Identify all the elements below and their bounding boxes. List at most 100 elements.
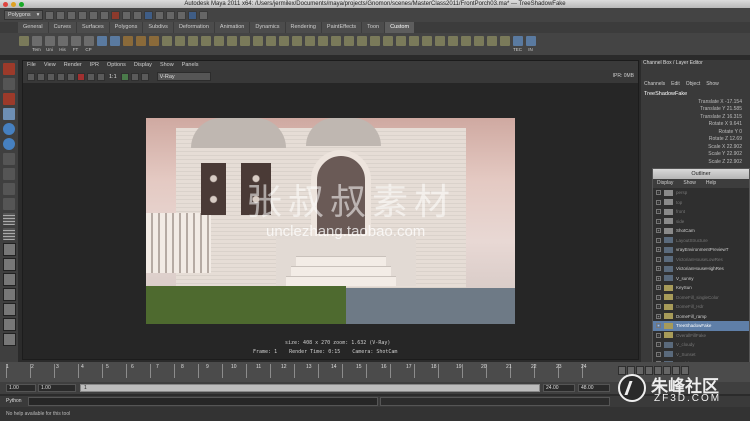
tab-deformation[interactable]: Deformation — [173, 22, 214, 33]
shelf-script-s-icon[interactable] — [356, 36, 367, 52]
shelf-script-j-icon[interactable] — [239, 36, 250, 52]
select-hierarchy-icon[interactable] — [78, 10, 88, 20]
menu-render[interactable]: Render — [64, 61, 82, 70]
close-window-icon[interactable] — [3, 1, 8, 7]
shelf-script-a-icon[interactable] — [122, 36, 133, 52]
outliner-item[interactable]: + V_Sunset — [653, 350, 749, 360]
menu-file[interactable]: File — [27, 61, 36, 70]
menu-options[interactable]: Options — [107, 61, 126, 70]
redo-render-icon[interactable] — [27, 72, 35, 81]
start-time-field[interactable]: 1.00 — [6, 384, 36, 392]
shelf-script-h-icon[interactable] — [213, 36, 224, 52]
expand-icon[interactable]: + — [656, 285, 661, 291]
shelf-in-icon[interactable]: IN — [525, 36, 536, 52]
attr-rotate-x[interactable]: Rotate X 9.641 — [709, 121, 742, 127]
menu-ipr[interactable]: IPR — [90, 61, 99, 70]
shelf-script-d-icon[interactable] — [161, 36, 172, 52]
tab-custom[interactable]: Custom — [385, 22, 415, 33]
attr-translate-z[interactable]: Translate Z 16.315 — [700, 114, 742, 120]
menu-show[interactable]: Show — [706, 81, 719, 87]
expand-icon[interactable]: + — [656, 218, 661, 224]
remove-image-icon[interactable] — [130, 72, 139, 81]
shelf-tec-icon[interactable]: TEC — [512, 36, 523, 52]
command-input[interactable] — [28, 397, 378, 406]
soft-mod-icon[interactable] — [3, 168, 15, 180]
select-tool-icon[interactable] — [3, 63, 15, 75]
shelf-script-o-icon[interactable] — [304, 36, 315, 52]
ipr-icon[interactable] — [37, 72, 45, 81]
outliner-item[interactable]: + top — [653, 198, 749, 208]
shelf-script-icon[interactable] — [18, 36, 29, 52]
outliner-item[interactable]: + ShotCam — [653, 226, 749, 236]
history-icon[interactable] — [144, 10, 154, 20]
menu-show[interactable]: Show — [683, 179, 696, 188]
menu-panels[interactable]: Panels — [182, 61, 199, 70]
shelf-script-t-icon[interactable] — [369, 36, 380, 52]
outliner-item[interactable]: + OverallFillFake — [653, 331, 749, 341]
save-scene-icon[interactable] — [67, 10, 77, 20]
attr-translate-x[interactable]: Translate X -17.154 — [698, 99, 742, 105]
expand-icon[interactable]: + — [656, 323, 661, 329]
expand-icon[interactable]: + — [656, 294, 661, 300]
menu-show[interactable]: Show — [160, 61, 174, 70]
lasso-tool-icon[interactable] — [3, 78, 15, 90]
menuset-dropdown[interactable]: Polygons ▾ — [4, 10, 44, 20]
shelf-script-i-icon[interactable] — [226, 36, 237, 52]
image-slider-icon[interactable] — [140, 72, 149, 81]
outliner-item[interactable]: + V_cloudy — [653, 340, 749, 350]
render-settings-icon[interactable] — [177, 10, 187, 20]
shelf-script-q-icon[interactable] — [330, 36, 341, 52]
region-render-icon[interactable] — [57, 72, 65, 81]
shelf-script-n-icon[interactable] — [291, 36, 302, 52]
shelf-sphere-icon[interactable] — [109, 36, 120, 52]
outliner-item[interactable]: + side — [653, 217, 749, 227]
attr-scale-y[interactable]: Scale Y 22.902 — [708, 151, 742, 157]
layout-thumb[interactable] — [3, 288, 16, 301]
shelf-script-e-icon[interactable] — [174, 36, 185, 52]
attr-scale-z[interactable]: Scale Z 22.902 — [708, 159, 742, 165]
selected-object-name[interactable]: TreeShadowFake — [644, 91, 687, 97]
layout-thumb[interactable] — [3, 243, 16, 256]
menu-edit[interactable]: Edit — [671, 81, 680, 87]
shelf-script-ad-icon[interactable] — [499, 36, 510, 52]
layout-thumb[interactable] — [3, 273, 16, 286]
shelf-script-g-icon[interactable] — [200, 36, 211, 52]
single-pane-layout-icon[interactable] — [3, 213, 15, 225]
playback-end-field[interactable]: 24.00 — [543, 384, 575, 392]
tab-curves[interactable]: Curves — [48, 22, 76, 33]
layout-thumb[interactable] — [3, 333, 16, 346]
tab-general[interactable]: General — [18, 22, 48, 33]
render-frame-icon[interactable] — [155, 10, 165, 20]
expand-icon[interactable]: + — [656, 247, 661, 253]
menu-display[interactable]: Display — [134, 61, 152, 70]
shelf-freeze-icon[interactable]: FT — [70, 36, 81, 52]
shelf-cube-icon[interactable] — [96, 36, 107, 52]
snap-curve-icon[interactable] — [122, 10, 132, 20]
new-scene-icon[interactable] — [45, 10, 55, 20]
expand-icon[interactable]: + — [656, 199, 661, 205]
outliner-titlebar[interactable]: Outliner — [653, 169, 749, 179]
ipr-render-icon[interactable] — [166, 10, 176, 20]
menu-help[interactable]: Help — [706, 179, 716, 188]
refresh-icon[interactable] — [47, 72, 55, 81]
open-scene-icon[interactable] — [56, 10, 66, 20]
tab-animation[interactable]: Animation — [214, 22, 250, 33]
outliner-item[interactable]: + DomeFill_singleColor — [653, 293, 749, 303]
shelf-untemplate-icon[interactable]: Uni — [44, 36, 55, 52]
snap-point-icon[interactable] — [133, 10, 143, 20]
outliner-item[interactable]: + vrayEnvironmentPreviewT — [653, 245, 749, 255]
rgb-channel-icon[interactable] — [77, 72, 85, 81]
outliner-item[interactable]: + front — [653, 207, 749, 217]
renderer-dropdown[interactable]: V-Ray — [156, 72, 211, 81]
snapshot-icon[interactable] — [67, 72, 75, 81]
layout-thumb[interactable] — [3, 303, 16, 316]
layout-thumb[interactable] — [3, 258, 16, 271]
expand-icon[interactable]: + — [656, 313, 661, 319]
keep-image-icon[interactable] — [120, 72, 129, 81]
attr-rotate-y[interactable]: Rotate Y 0 — [719, 129, 742, 135]
expand-icon[interactable]: + — [656, 332, 661, 338]
shelf-script-r-icon[interactable] — [343, 36, 354, 52]
outliner-item[interactable]: + DomeFill_Hdr — [653, 302, 749, 312]
shelf-script-v-icon[interactable] — [395, 36, 406, 52]
outliner-item[interactable]: + KeySun — [653, 283, 749, 293]
